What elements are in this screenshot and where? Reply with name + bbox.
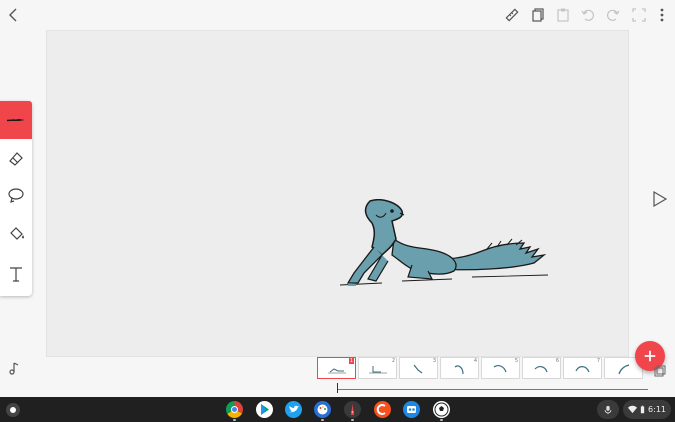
- pencil-app-icon[interactable]: [344, 401, 361, 418]
- redo-icon[interactable]: [604, 6, 622, 24]
- tool-panel: [0, 101, 32, 296]
- plus-icon: [644, 350, 656, 362]
- battery-icon: [640, 405, 645, 414]
- undo-icon[interactable]: [579, 6, 597, 24]
- fill-bucket-icon[interactable]: [0, 215, 32, 253]
- ruler-icon[interactable]: [503, 6, 521, 24]
- running-indicator: [321, 419, 324, 421]
- brush-icon[interactable]: [0, 101, 32, 139]
- system-tray[interactable]: 6:11: [623, 400, 671, 419]
- running-indicator: [351, 419, 354, 421]
- frame-thumbnail[interactable]: 4: [440, 357, 479, 379]
- paste-icon[interactable]: [554, 6, 572, 24]
- drawing-canvas[interactable]: [46, 30, 629, 357]
- frame-number: 3: [432, 358, 436, 364]
- twitter-icon[interactable]: [285, 401, 302, 418]
- eraser-icon[interactable]: [0, 139, 32, 177]
- top-toolbar: [0, 0, 675, 30]
- frame-thumbnail[interactable]: 3: [399, 357, 438, 379]
- timeline-playhead[interactable]: [337, 383, 338, 393]
- frame-thumbnail[interactable]: 5: [481, 357, 520, 379]
- running-indicator: [440, 419, 443, 421]
- soccer-app-icon[interactable]: [433, 401, 450, 418]
- copy-icon[interactable]: [529, 6, 547, 24]
- frame-number: 6: [555, 358, 559, 364]
- frame-number: 7: [596, 358, 600, 364]
- frame-timeline: 1 2 3 4 5 6 7 8: [317, 357, 675, 381]
- launcher-icon[interactable]: [6, 403, 20, 417]
- frame-thumbnail[interactable]: 2: [358, 357, 397, 379]
- cast-app-icon[interactable]: [374, 401, 391, 418]
- running-indicator: [233, 419, 236, 421]
- frame-number: 2: [391, 358, 395, 364]
- lasso-icon[interactable]: [0, 177, 32, 215]
- squirrel-drawing: [339, 199, 549, 286]
- frame-thumbnail[interactable]: 6: [522, 357, 561, 379]
- paint-app-icon[interactable]: [403, 401, 420, 418]
- frame-number: 4: [473, 358, 477, 364]
- clock: 6:11: [648, 405, 666, 414]
- timeline-scrubber-track[interactable]: [338, 389, 648, 390]
- frame-thumbnail[interactable]: 7: [563, 357, 602, 379]
- more-vert-icon[interactable]: [653, 6, 671, 24]
- chevron-left-icon[interactable]: [5, 6, 23, 24]
- system-shelf: 6:11: [0, 397, 675, 422]
- microphone-icon[interactable]: [597, 400, 619, 419]
- play-store-icon[interactable]: [256, 401, 273, 418]
- music-note-icon[interactable]: [7, 360, 23, 376]
- palette-icon[interactable]: [314, 401, 331, 418]
- layers-icon[interactable]: [654, 362, 666, 377]
- play-icon[interactable]: [651, 190, 669, 208]
- frame-thumbnail[interactable]: 1: [317, 357, 356, 379]
- chrome-icon[interactable]: [226, 401, 243, 418]
- frame-number: 5: [514, 358, 518, 364]
- fullscreen-icon[interactable]: [630, 6, 648, 24]
- text-icon[interactable]: [0, 255, 32, 293]
- wifi-icon: [628, 405, 638, 414]
